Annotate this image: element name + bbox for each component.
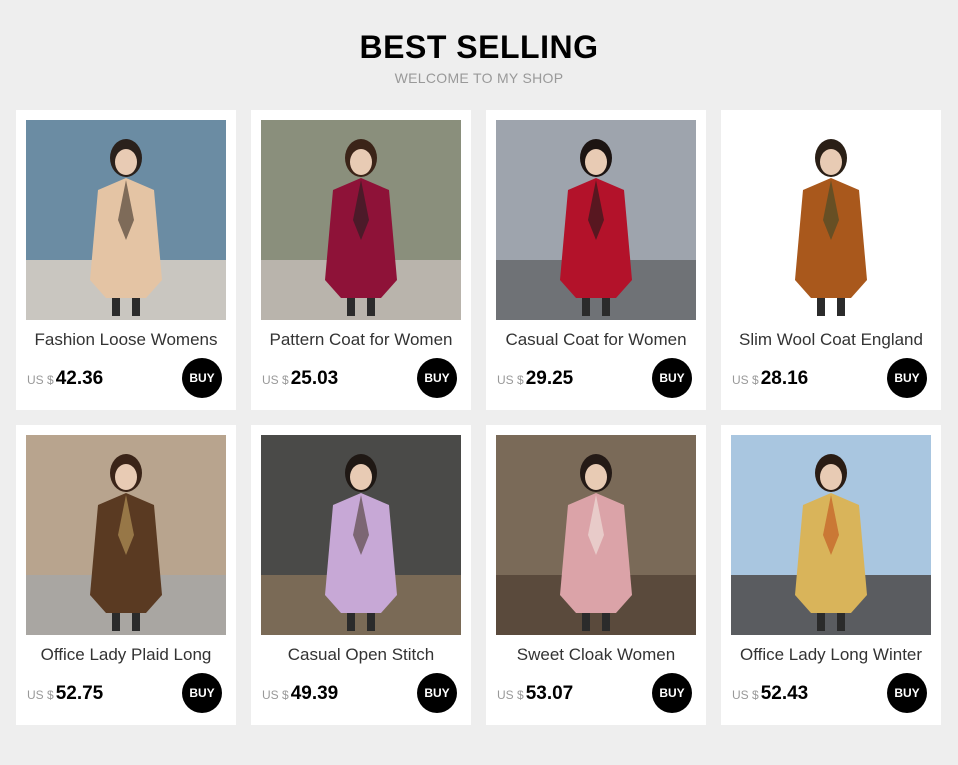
- section-header: BEST SELLING WELCOME TO MY SHOP: [0, 28, 958, 86]
- product-card[interactable]: Office Lady Long Winter US $52.43 BUY: [721, 425, 941, 725]
- price-row: US $25.03: [262, 368, 338, 390]
- price-amount: 28.16: [760, 368, 809, 389]
- product-grid: Fashion Loose Womens US $42.36 BUY Pattern …: [16, 110, 941, 725]
- buy-button[interactable]: BUY: [887, 358, 927, 398]
- product-card[interactable]: Casual Open Stitch US $49.39 BUY: [251, 425, 471, 725]
- price-row: US $52.75: [27, 683, 103, 705]
- price-currency: US $: [732, 688, 759, 702]
- price-amount: 52.43: [760, 683, 809, 704]
- price-currency: US $: [497, 688, 524, 702]
- product-card[interactable]: Sweet Cloak Women US $53.07 BUY: [486, 425, 706, 725]
- product-card[interactable]: Casual Coat for Women US $29.25 BUY: [486, 110, 706, 410]
- product-image[interactable]: [26, 435, 226, 635]
- product-name[interactable]: Sweet Cloak Women: [486, 645, 706, 665]
- product-image[interactable]: [731, 120, 931, 320]
- price-currency: US $: [497, 373, 524, 387]
- product-name[interactable]: Pattern Coat for Women: [251, 330, 471, 350]
- product-name[interactable]: Office Lady Plaid Long: [16, 645, 236, 665]
- product-image[interactable]: [496, 120, 696, 320]
- product-name[interactable]: Casual Open Stitch: [251, 645, 471, 665]
- price-currency: US $: [262, 688, 289, 702]
- product-name[interactable]: Slim Wool Coat England: [721, 330, 941, 350]
- price-row: US $52.43: [732, 683, 808, 705]
- product-card[interactable]: Fashion Loose Womens US $42.36 BUY: [16, 110, 236, 410]
- price-amount: 49.39: [290, 683, 339, 704]
- product-name[interactable]: Casual Coat for Women: [486, 330, 706, 350]
- price-row: US $53.07: [497, 683, 573, 705]
- product-card[interactable]: Pattern Coat for Women US $25.03 BUY: [251, 110, 471, 410]
- buy-button[interactable]: BUY: [417, 358, 457, 398]
- product-image[interactable]: [26, 120, 226, 320]
- buy-button[interactable]: BUY: [652, 673, 692, 713]
- price-row: US $42.36: [27, 368, 103, 390]
- price-currency: US $: [27, 373, 54, 387]
- price-currency: US $: [262, 373, 289, 387]
- product-image[interactable]: [731, 435, 931, 635]
- price-amount: 25.03: [290, 368, 339, 389]
- product-name[interactable]: Fashion Loose Womens: [16, 330, 236, 350]
- product-image[interactable]: [261, 120, 461, 320]
- product-image[interactable]: [496, 435, 696, 635]
- price-row: US $29.25: [497, 368, 573, 390]
- buy-button[interactable]: BUY: [182, 673, 222, 713]
- product-image[interactable]: [261, 435, 461, 635]
- product-card[interactable]: Office Lady Plaid Long US $52.75 BUY: [16, 425, 236, 725]
- product-card[interactable]: Slim Wool Coat England US $28.16 BUY: [721, 110, 941, 410]
- price-currency: US $: [27, 688, 54, 702]
- price-amount: 52.75: [55, 683, 104, 704]
- price-amount: 53.07: [525, 683, 574, 704]
- product-name[interactable]: Office Lady Long Winter: [721, 645, 941, 665]
- section-title: BEST SELLING: [359, 29, 599, 65]
- price-row: US $49.39: [262, 683, 338, 705]
- buy-button[interactable]: BUY: [887, 673, 927, 713]
- section-subtitle: WELCOME TO MY SHOP: [394, 70, 564, 86]
- price-amount: 29.25: [525, 368, 574, 389]
- buy-button[interactable]: BUY: [652, 358, 692, 398]
- price-row: US $28.16: [732, 368, 808, 390]
- price-currency: US $: [732, 373, 759, 387]
- price-amount: 42.36: [55, 368, 104, 389]
- buy-button[interactable]: BUY: [417, 673, 457, 713]
- buy-button[interactable]: BUY: [182, 358, 222, 398]
